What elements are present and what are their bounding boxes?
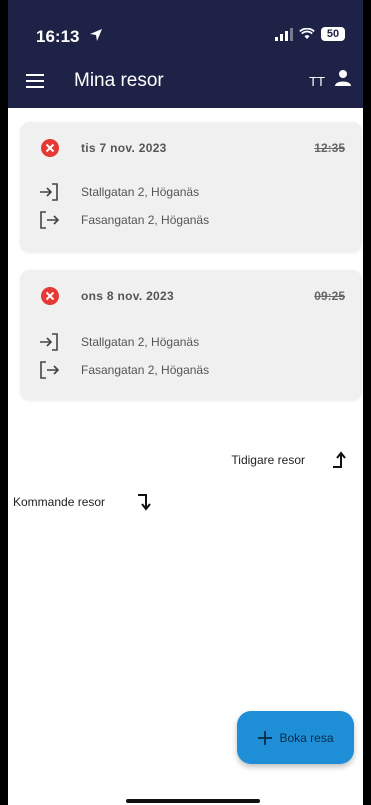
dropoff-icon — [40, 211, 60, 229]
pickup-row: Stallgatan 2, Höganäs — [38, 331, 199, 353]
menu-icon[interactable] — [26, 74, 44, 88]
page-title: Mina resor — [74, 70, 164, 91]
pickup-row: Stallgatan 2, Höganäs — [38, 181, 199, 203]
book-trip-button[interactable]: Boka resa — [237, 711, 354, 764]
upcoming-trips-link[interactable]: Kommande resor — [13, 495, 105, 509]
pickup-address: Stallgatan 2, Höganäs — [81, 185, 200, 199]
dropoff-row: Fasangatan 2, Höganäs — [38, 209, 209, 231]
arrow-up-icon[interactable] — [330, 449, 352, 471]
trip-time: 09:25 — [314, 289, 345, 303]
trip-time: 12:35 — [314, 141, 345, 155]
previous-trips-link[interactable]: Tidigare resor — [231, 453, 305, 467]
cellular-signal-icon — [275, 27, 293, 41]
device-frame-left — [0, 0, 8, 805]
cancelled-icon — [41, 139, 59, 157]
user-initials[interactable]: TT — [309, 74, 325, 89]
device-frame-right — [363, 0, 371, 805]
status-indicators: 50 — [275, 27, 345, 41]
pickup-icon — [40, 333, 58, 351]
cancelled-icon — [41, 287, 59, 305]
arrow-down-icon[interactable] — [135, 491, 157, 513]
dropoff-address: Fasangatan 2, Höganäs — [81, 213, 210, 227]
dropoff-icon — [40, 361, 60, 379]
trip-date: ons 8 nov. 2023 — [81, 289, 174, 303]
wifi-icon — [299, 28, 315, 39]
pickup-icon — [40, 183, 58, 201]
dropoff-row: Fasangatan 2, Höganäs — [38, 359, 209, 381]
book-trip-label: Boka resa — [279, 730, 334, 745]
trip-card[interactable]: tis 7 nov. 2023 12:35 Stallgatan 2, Höga… — [20, 122, 362, 252]
plus-icon — [258, 730, 273, 745]
trip-card[interactable]: ons 8 nov. 2023 09:25 Stallgatan 2, Höga… — [20, 270, 362, 400]
app-header: 16:13 50 Mina resor TT — [8, 0, 363, 108]
pickup-address: Stallgatan 2, Höganäs — [81, 335, 200, 349]
user-icon[interactable] — [334, 69, 352, 87]
trip-list: tis 7 nov. 2023 12:35 Stallgatan 2, Höga… — [8, 108, 363, 805]
battery-indicator: 50 — [321, 27, 345, 41]
trip-date: tis 7 nov. 2023 — [81, 141, 167, 155]
location-arrow-icon — [90, 29, 102, 41]
home-indicator[interactable] — [126, 799, 260, 803]
status-time: 16:13 — [36, 27, 80, 46]
dropoff-address: Fasangatan 2, Höganäs — [81, 363, 210, 377]
